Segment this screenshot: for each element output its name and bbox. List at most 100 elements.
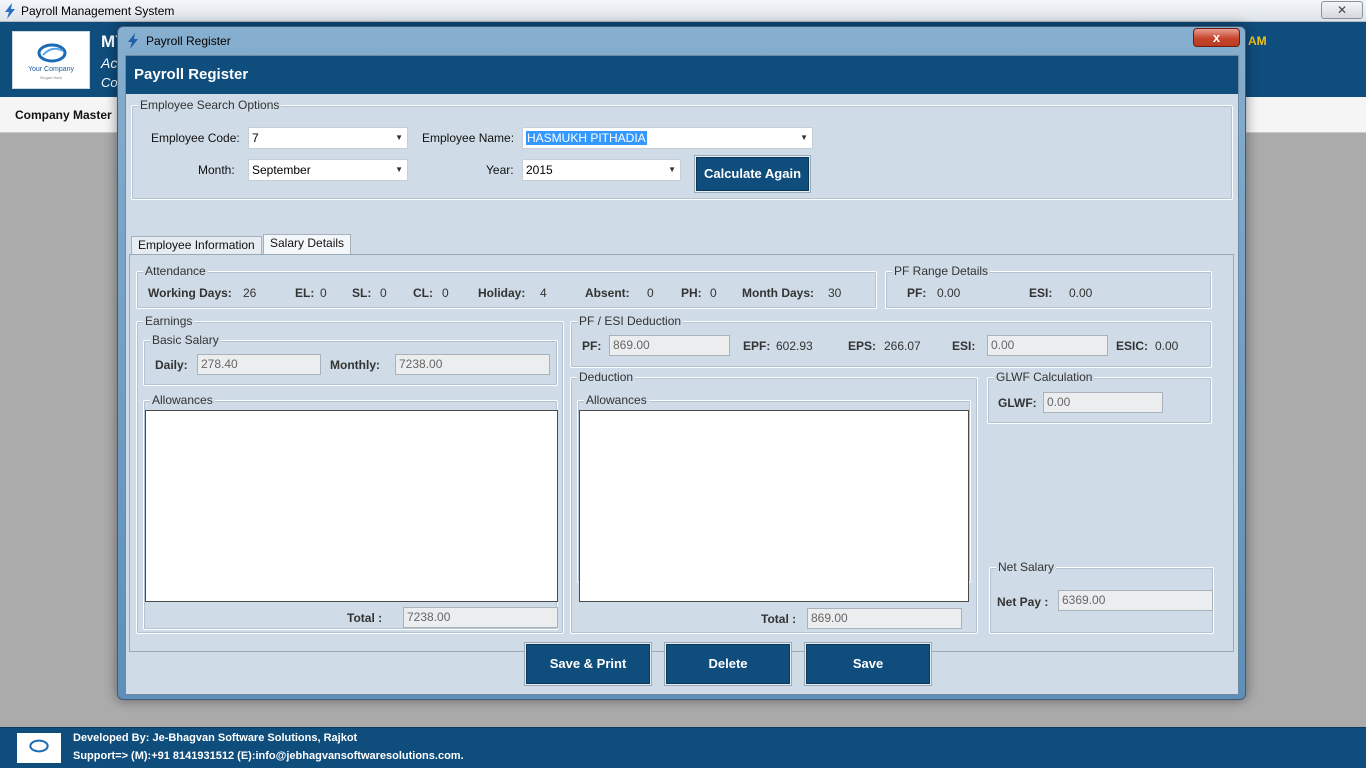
basic-salary-title: Basic Salary (150, 333, 221, 347)
deduction-title: Deduction (577, 370, 636, 384)
glwf-label: GLWF: (998, 396, 1037, 410)
earnings-title: Earnings (143, 314, 195, 328)
month-value: September (252, 163, 311, 177)
ph-label: PH: (681, 286, 702, 300)
save-button[interactable]: Save (806, 644, 930, 684)
epf-value: 602.93 (776, 339, 813, 353)
pf-esi-pf-field[interactable]: 869.00 (609, 335, 730, 356)
glwf-group: GLWF Calculation GLWF: 0.00 (987, 370, 1212, 424)
tab-salary-details[interactable]: Salary Details (263, 234, 352, 255)
header-clock: AM (1248, 34, 1267, 48)
attendance-group: Attendance Working Days: 26 EL: 0 SL: 0 … (136, 264, 877, 309)
main-close-button[interactable]: ✕ (1321, 1, 1363, 19)
footer-logo-icon (29, 739, 49, 753)
month-days-label: Month Days: (742, 286, 814, 300)
payroll-register-dialog: Payroll Register x Payroll Register Empl… (117, 26, 1246, 700)
chevron-down-icon[interactable]: ▼ (668, 160, 676, 180)
esic-value: 0.00 (1155, 339, 1179, 353)
dialog-close-button[interactable]: x (1193, 28, 1240, 47)
deduction-total-label: Total : (761, 612, 797, 626)
pf-range-title: PF Range Details (892, 264, 991, 278)
working-days-label: Working Days: (148, 286, 232, 300)
el-label: EL: (295, 286, 315, 300)
daily-field[interactable]: 278.40 (197, 354, 321, 375)
cl-label: CL: (413, 286, 433, 300)
eps-label: EPS: (848, 339, 877, 353)
delete-button[interactable]: Delete (666, 644, 790, 684)
dialog-window-title: Payroll Register (146, 34, 231, 48)
menu-company-master[interactable]: Company Master (15, 108, 112, 122)
net-pay-label: Net Pay : (997, 595, 1049, 609)
chevron-down-icon[interactable]: ▼ (395, 128, 403, 148)
tab-employee-information[interactable]: Employee Information (131, 236, 262, 255)
epf-label: EPF: (743, 339, 771, 353)
pf-range-pf-value: 0.00 (937, 286, 961, 300)
main-titlebar: Payroll Management System ✕ (0, 0, 1366, 22)
pf-esi-group: PF / ESI Deduction PF: 869.00 EPF: 602.9… (570, 314, 1212, 368)
deduction-allowances-group: Allowances (577, 393, 971, 602)
salary-details-panel: Attendance Working Days: 26 EL: 0 SL: 0 … (129, 254, 1234, 652)
year-label: Year: (486, 163, 514, 177)
holiday-value: 4 (540, 286, 547, 300)
month-days-value: 30 (828, 286, 842, 300)
glwf-title: GLWF Calculation (994, 370, 1095, 384)
chevron-down-icon[interactable]: ▼ (395, 160, 403, 180)
employee-code-value: 7 (252, 131, 259, 145)
el-value: 0 (320, 286, 327, 300)
header-address-line: Ac (101, 55, 118, 71)
company-logo: Your Company Slogan Here (12, 31, 90, 89)
dialog-body: Payroll Register Employee Search Options… (125, 55, 1239, 695)
earnings-total-field[interactable]: 7238.00 (403, 607, 558, 628)
employee-name-select[interactable]: HASMUKH PITHADIA ▼ (522, 127, 813, 149)
net-pay-field[interactable]: 6369.00 (1058, 590, 1213, 611)
attendance-title: Attendance (143, 264, 208, 278)
deduction-total-field[interactable]: 869.00 (807, 608, 962, 629)
footer-developer: Developed By: Je-Bhagvan Software Soluti… (73, 732, 358, 744)
daily-label: Daily: (155, 358, 188, 372)
logo-slogan: Slogan Here (39, 75, 63, 80)
year-select[interactable]: 2015 ▼ (522, 159, 681, 181)
search-group: Employee Search Options Employee Code: 7… (131, 98, 1233, 200)
holiday-label: Holiday: (478, 286, 526, 300)
absent-label: Absent: (585, 286, 630, 300)
eps-value: 266.07 (884, 339, 921, 353)
dialog-heading: Payroll Register (126, 56, 1238, 94)
earnings-total-label: Total : (347, 611, 383, 625)
employee-code-select[interactable]: 7 ▼ (248, 127, 408, 149)
ph-value: 0 (710, 286, 717, 300)
pf-esi-pf-label: PF: (582, 339, 602, 353)
year-value: 2015 (526, 163, 553, 177)
pf-esi-title: PF / ESI Deduction (577, 314, 684, 328)
esic-label: ESIC: (1116, 339, 1149, 353)
month-select[interactable]: September ▼ (248, 159, 408, 181)
search-group-title: Employee Search Options (138, 98, 282, 112)
pf-esi-esi-field[interactable]: 0.00 (987, 335, 1108, 356)
pf-esi-esi-label: ESI: (952, 339, 976, 353)
lightning-icon (128, 33, 138, 49)
pf-range-group: PF Range Details PF: 0.00 ESI: 0.00 (885, 264, 1212, 309)
chevron-down-icon[interactable]: ▼ (800, 128, 808, 148)
month-label: Month: (198, 163, 235, 177)
dialog-titlebar: Payroll Register x (118, 27, 1245, 55)
cl-value: 0 (442, 286, 449, 300)
basic-salary-group: Basic Salary Daily: 278.40 Monthly: 7238… (143, 333, 558, 386)
sl-label: SL: (352, 286, 372, 300)
earnings-allowances-group: Allowances Total : 7238.00 (143, 393, 558, 630)
monthly-label: Monthly: (330, 358, 380, 372)
calculate-again-button[interactable]: Calculate Again (696, 157, 809, 191)
header-contact-line: Co (101, 75, 118, 90)
pf-range-pf-label: PF: (907, 286, 927, 300)
glwf-field[interactable]: 0.00 (1043, 392, 1163, 413)
deduction-group: Deduction Allowances Total : 869.00 (570, 370, 978, 634)
monthly-field[interactable]: 7238.00 (395, 354, 550, 375)
earnings-group: Earnings Basic Salary Daily: 278.40 Mont… (136, 314, 564, 634)
deduction-allowances-title: Allowances (584, 393, 649, 407)
employee-name-value: HASMUKH PITHADIA (526, 131, 647, 145)
absent-value: 0 (647, 286, 654, 300)
earnings-allowances-list[interactable] (145, 410, 558, 602)
save-print-button[interactable]: Save & Print (526, 644, 650, 684)
footer-support: Support=> (M):+91 8141931512 (E):info@je… (73, 750, 464, 762)
net-salary-title: Net Salary (996, 560, 1057, 574)
employee-name-label: Employee Name: (422, 131, 515, 145)
deduction-allowances-list[interactable] (579, 410, 969, 602)
